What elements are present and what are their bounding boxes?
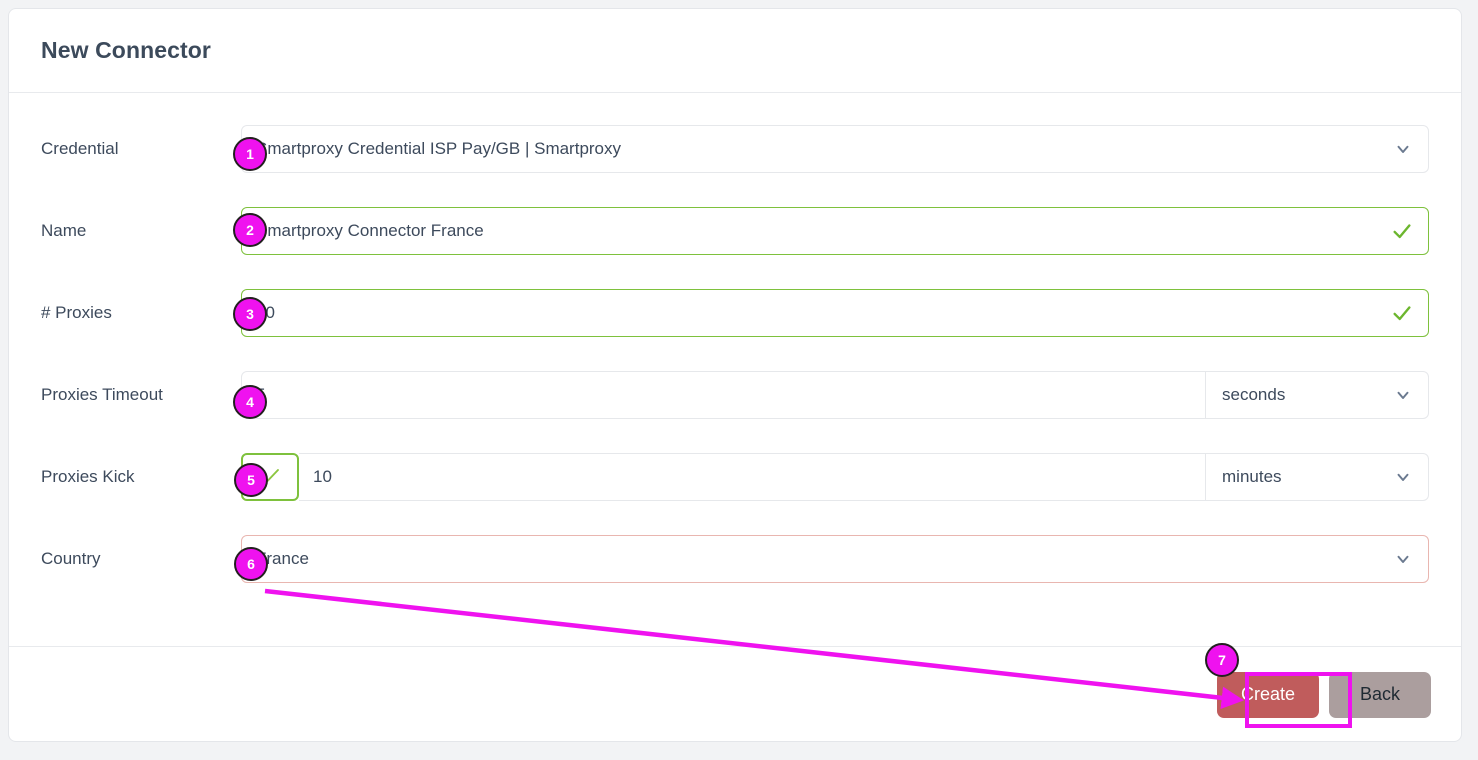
proxies-kick-unit-select[interactable]: minutes bbox=[1206, 454, 1428, 500]
new-connector-card: New Connector Credential Smartproxy Cred… bbox=[8, 8, 1462, 742]
name-value: Smartproxy Connector France bbox=[256, 221, 484, 240]
card-header: New Connector bbox=[9, 9, 1461, 93]
proxies-kick-unit-value: minutes bbox=[1222, 467, 1282, 486]
field-proxies-timeout: 5 seconds bbox=[241, 371, 1429, 419]
form-row-proxies-kick: Proxies Kick 10 minutes bbox=[41, 449, 1429, 505]
form-row-name: Name Smartproxy Connector France bbox=[41, 203, 1429, 259]
field-name: Smartproxy Connector France bbox=[241, 207, 1429, 255]
country-value: France bbox=[256, 549, 309, 568]
form-row-country: Country France bbox=[41, 531, 1429, 587]
field-proxies-count: 10 bbox=[241, 289, 1429, 337]
credential-select[interactable]: Smartproxy Credential ISP Pay/GB | Smart… bbox=[241, 125, 1429, 173]
back-button[interactable]: Back bbox=[1329, 671, 1431, 718]
connector-form: Credential Smartproxy Credential ISP Pay… bbox=[9, 93, 1461, 646]
credential-value: Smartproxy Credential ISP Pay/GB | Smart… bbox=[256, 139, 622, 158]
label-proxies-timeout: Proxies Timeout bbox=[41, 384, 163, 404]
form-row-proxies-timeout: Proxies Timeout 5 seconds bbox=[41, 367, 1429, 423]
proxies-kick-input[interactable]: 10 bbox=[299, 454, 1206, 500]
field-country: France bbox=[241, 535, 1429, 583]
proxies-kick-fields: 10 minutes bbox=[299, 453, 1429, 501]
proxies-timeout-group: 5 seconds bbox=[241, 371, 1429, 419]
create-button[interactable]: Create bbox=[1217, 671, 1319, 718]
name-input[interactable]: Smartproxy Connector France bbox=[241, 207, 1429, 255]
field-credential: Smartproxy Credential ISP Pay/GB | Smart… bbox=[241, 125, 1429, 173]
page-title: New Connector bbox=[41, 37, 211, 63]
chevron-down-icon bbox=[1392, 384, 1414, 406]
proxies-count-value: 10 bbox=[256, 303, 275, 322]
proxies-kick-group: 10 minutes bbox=[241, 453, 1429, 501]
check-icon bbox=[1390, 301, 1414, 325]
label-proxies-kick: Proxies Kick bbox=[41, 466, 135, 486]
field-proxies-kick: 10 minutes bbox=[241, 453, 1429, 501]
check-icon bbox=[1390, 219, 1414, 243]
proxies-timeout-input[interactable]: 5 bbox=[242, 372, 1206, 418]
proxies-count-input[interactable]: 10 bbox=[241, 289, 1429, 337]
label-country: Country bbox=[41, 548, 101, 568]
label-name: Name bbox=[41, 220, 87, 240]
country-select[interactable]: France bbox=[241, 535, 1429, 583]
chevron-down-icon bbox=[1392, 548, 1414, 570]
label-credential: Credential bbox=[41, 138, 119, 158]
proxies-timeout-unit-value: seconds bbox=[1222, 385, 1286, 404]
form-row-credential: Credential Smartproxy Credential ISP Pay… bbox=[41, 121, 1429, 177]
proxies-kick-checkbox[interactable] bbox=[241, 453, 299, 501]
proxies-timeout-unit-select[interactable]: seconds bbox=[1206, 372, 1428, 418]
card-footer: Create Back bbox=[9, 646, 1461, 741]
chevron-down-icon bbox=[1392, 138, 1414, 160]
form-row-proxies-count: # Proxies 10 bbox=[41, 285, 1429, 341]
chevron-down-icon bbox=[1392, 466, 1414, 488]
label-proxies-count: # Proxies bbox=[41, 302, 112, 322]
check-icon bbox=[258, 463, 282, 492]
